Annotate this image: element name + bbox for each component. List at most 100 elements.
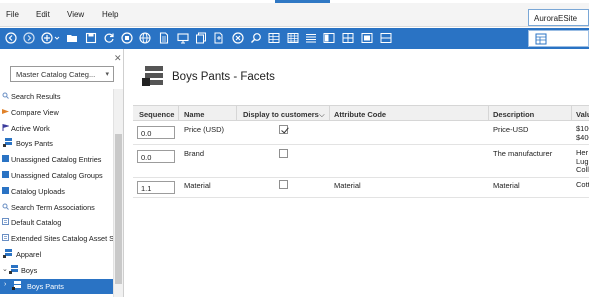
sidebar-item-boys-pants[interactable]: Boys Pants bbox=[0, 136, 113, 152]
column-divider bbox=[488, 106, 489, 121]
table-icon[interactable] bbox=[268, 32, 280, 44]
square-icon bbox=[2, 170, 9, 178]
column-header-values[interactable]: Valu bbox=[576, 110, 589, 119]
toolbar bbox=[0, 28, 589, 49]
column-divider bbox=[571, 106, 572, 121]
menu-file[interactable]: File bbox=[6, 10, 19, 19]
refresh-icon[interactable] bbox=[103, 32, 115, 44]
facet-value: Coll bbox=[576, 165, 589, 174]
sidebar-item-extended-sites[interactable]: Extended Sites Catalog Asset S bbox=[0, 231, 114, 247]
panel-icon[interactable] bbox=[323, 32, 335, 44]
facets-editor: Boys Pants - Facets Sequence Name Displa… bbox=[125, 49, 589, 297]
sidebar-item-boys-pants-selected[interactable]: › Boys Pants bbox=[0, 278, 113, 295]
menu-view[interactable]: View bbox=[67, 10, 84, 19]
close-icon[interactable]: ✕ bbox=[114, 53, 122, 64]
chevron-right-icon[interactable]: › bbox=[4, 281, 6, 288]
sidebar-item-compare-view[interactable]: Compare View bbox=[0, 105, 113, 121]
category-icon bbox=[9, 264, 18, 274]
facet-name: Material bbox=[184, 181, 211, 190]
sidebar-item-default-catalog[interactable]: Default Catalog bbox=[0, 215, 113, 231]
sidebar-item-active-work[interactable]: Active Work bbox=[0, 121, 113, 137]
facet-name: Brand bbox=[184, 149, 205, 158]
column-header-description[interactable]: Description bbox=[493, 110, 534, 119]
delete-icon[interactable] bbox=[232, 32, 244, 44]
column-header-attribute-code[interactable]: Attribute Code bbox=[334, 110, 386, 119]
forward-icon[interactable] bbox=[23, 32, 35, 44]
column-header-name[interactable]: Name bbox=[184, 110, 204, 119]
perspective-icon bbox=[535, 33, 547, 45]
sidebar-item-unassigned-groups[interactable]: Unassigned Catalog Groups bbox=[0, 168, 113, 184]
copy-icon[interactable] bbox=[195, 32, 207, 44]
stop-icon[interactable] bbox=[121, 32, 133, 44]
column-header-sequence[interactable]: Sequence bbox=[139, 110, 174, 119]
facet-description: Price-USD bbox=[493, 125, 529, 134]
globe-icon[interactable] bbox=[139, 32, 151, 44]
catalog-tree: Search Results Compare View Active Work … bbox=[0, 89, 114, 295]
sidebar-scrollbar[interactable] bbox=[113, 89, 123, 297]
document-icon[interactable] bbox=[158, 32, 170, 44]
attribute-code: Material bbox=[334, 181, 361, 190]
menu-edit[interactable]: Edit bbox=[36, 10, 50, 19]
compare-icon[interactable] bbox=[213, 32, 225, 44]
chevron-down-icon: ▾ bbox=[105, 71, 109, 78]
chevron-down-icon[interactable]: ⌵ bbox=[319, 110, 325, 120]
page-title: Boys Pants - Facets bbox=[172, 71, 275, 83]
search-icon bbox=[2, 92, 9, 99]
expand-icon[interactable] bbox=[361, 32, 373, 44]
store-selector[interactable]: AuroraESite bbox=[528, 9, 589, 26]
display-checkbox[interactable] bbox=[279, 149, 288, 158]
sidebar-item-boys[interactable]: ⌄ Boys bbox=[0, 263, 113, 279]
scrollbar-thumb[interactable] bbox=[115, 134, 122, 284]
menu-help[interactable]: Help bbox=[102, 10, 118, 19]
perspective-switcher[interactable] bbox=[528, 30, 589, 47]
table-row[interactable]: 1.1 Material Material Material Cott bbox=[133, 178, 589, 198]
layout-icon[interactable] bbox=[342, 32, 354, 44]
add-icon[interactable] bbox=[41, 32, 53, 44]
find-icon[interactable] bbox=[250, 32, 262, 44]
sequence-input[interactable]: 0.0 bbox=[137, 150, 175, 163]
category-icon bbox=[12, 280, 21, 290]
open-folder-icon[interactable] bbox=[66, 32, 78, 44]
facet-value: $400 bbox=[576, 132, 589, 142]
catalog-sidebar: ✕ Master Catalog Categ... ▾ Search Resul… bbox=[0, 49, 124, 297]
sidebar-item-search-term-associations[interactable]: Search Term Associations bbox=[0, 200, 113, 216]
collapse-icon[interactable] bbox=[380, 32, 392, 44]
sequence-input[interactable]: 1.1 bbox=[137, 181, 175, 194]
list-icon[interactable] bbox=[305, 32, 317, 44]
save-icon[interactable] bbox=[85, 32, 97, 44]
facet-values: Cott bbox=[576, 180, 589, 190]
catalog-icon bbox=[2, 218, 9, 226]
chevron-down-icon[interactable] bbox=[54, 32, 60, 44]
column-divider bbox=[178, 106, 179, 121]
facet-name: Price (USD) bbox=[184, 125, 225, 134]
catalog-selector-value: Master Catalog Categ... bbox=[16, 70, 96, 79]
menu-bar: File Edit View Help AuroraESite bbox=[0, 3, 589, 27]
facet-description: Material bbox=[493, 181, 520, 190]
table-header: Sequence Name Display to customers ⌵ Att… bbox=[133, 105, 589, 121]
column-header-display[interactable]: Display to customers bbox=[243, 110, 319, 119]
search-term-icon bbox=[2, 203, 9, 210]
table-row[interactable]: 0.0 Price (USD) Price-USD $100 $400 bbox=[133, 121, 589, 145]
column-divider bbox=[236, 106, 237, 121]
square-icon bbox=[2, 186, 9, 194]
facet-value: Cott bbox=[576, 180, 589, 189]
grid-icon[interactable] bbox=[287, 32, 299, 44]
chevron-down-icon[interactable]: ⌄ bbox=[2, 265, 8, 273]
sidebar-item-search-results[interactable]: Search Results bbox=[0, 89, 113, 105]
column-divider bbox=[329, 106, 330, 121]
preview-icon[interactable] bbox=[177, 32, 189, 44]
table-row[interactable]: 0.0 Brand The manufacturer Her Lug Coll bbox=[133, 145, 589, 178]
sidebar-item-apparel[interactable]: Apparel bbox=[0, 247, 113, 263]
category-icon bbox=[3, 248, 12, 258]
back-icon[interactable] bbox=[5, 32, 17, 44]
facet-values: $100 $400 bbox=[576, 124, 589, 142]
sidebar-item-catalog-uploads[interactable]: Catalog Uploads bbox=[0, 184, 113, 200]
sequence-input[interactable]: 0.0 bbox=[137, 126, 175, 139]
sidebar-item-unassigned-entries[interactable]: Unassigned Catalog Entries bbox=[0, 152, 113, 168]
facet-description: The manufacturer bbox=[493, 149, 553, 158]
display-checkbox[interactable] bbox=[279, 180, 288, 189]
catalog-selector[interactable]: Master Catalog Categ... ▾ bbox=[10, 66, 114, 82]
square-icon bbox=[2, 155, 9, 163]
display-checkbox[interactable] bbox=[279, 125, 288, 134]
category-icon bbox=[142, 65, 164, 87]
